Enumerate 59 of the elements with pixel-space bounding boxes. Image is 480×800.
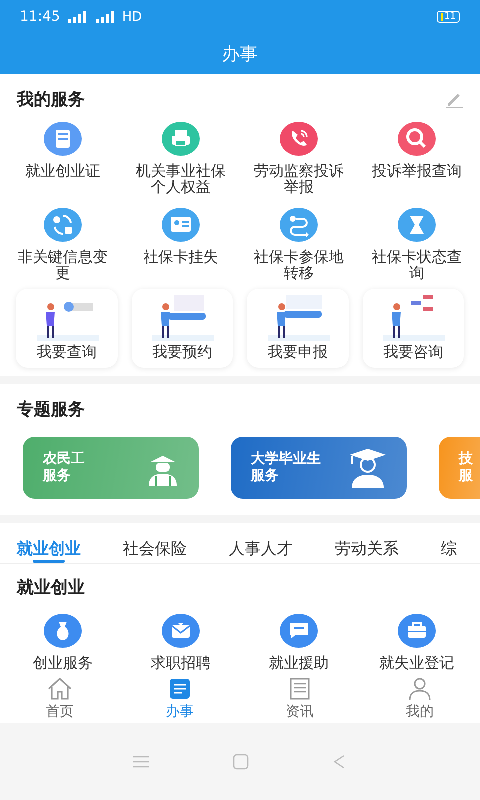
action-label: 我要申报 — [268, 343, 328, 362]
service-label[interactable]: 就业创业证 — [11, 163, 115, 179]
topic-subtitle: 服务 — [43, 468, 72, 485]
service-label[interactable]: 就业援助 — [247, 655, 351, 671]
nav-tab[interactable]: 办事 — [120, 675, 240, 723]
clock: 11:45 — [20, 9, 60, 25]
chat-icon — [279, 611, 319, 651]
id-card-icon — [161, 205, 201, 245]
action-label: 我要查询 — [36, 343, 97, 362]
action-card[interactable]: 我要预约 — [132, 289, 233, 368]
service-label[interactable]: 投诉举报查询 — [365, 163, 469, 179]
route-icon — [279, 205, 319, 245]
signal-icon — [66, 11, 88, 23]
section-title: 我的服务 — [17, 89, 86, 111]
service-label[interactable]: 求职招聘 — [129, 655, 233, 671]
topic-card[interactable]: 大学毕业生 服务 — [231, 437, 407, 499]
nav-tab[interactable]: 我的 — [360, 675, 480, 723]
topic-subtitle: 服务 — [251, 468, 280, 485]
battery-indicator: 11 — [436, 11, 460, 23]
category-tab[interactable]: 人事人才 — [229, 523, 293, 563]
home-button-icon[interactable] — [232, 754, 249, 770]
action-card[interactable]: 我要咨询 — [362, 289, 464, 368]
sync-icon — [43, 205, 83, 245]
topic-subtitle: 服 — [459, 468, 474, 485]
section-title: 就业创业 — [17, 577, 86, 599]
category-tab[interactable]: 劳动关系 — [335, 523, 399, 563]
service-label[interactable]: 就失业登记 — [365, 655, 469, 671]
service-label[interactable]: 社保卡参保地转移 — [247, 249, 351, 281]
vase-icon — [43, 611, 83, 651]
menu-icon[interactable] — [132, 754, 150, 768]
network-type: HD — [122, 10, 142, 24]
nav-tab[interactable]: 资讯 — [240, 675, 360, 723]
nav-tab[interactable]: 首页 — [0, 675, 120, 723]
topic-title: 大学毕业生 — [251, 451, 322, 468]
topic-title: 农民工 — [43, 451, 86, 468]
category-tab[interactable]: 综 — [441, 523, 457, 563]
envelope-icon — [161, 611, 201, 651]
search-icon — [397, 119, 437, 159]
action-card[interactable]: 我要申报 — [247, 289, 348, 368]
action-label: 我要咨询 — [383, 343, 444, 362]
category-tab[interactable]: 就业创业 — [17, 523, 81, 563]
service-label[interactable]: 社保卡挂失 — [129, 249, 233, 265]
printer-icon — [161, 119, 201, 159]
phone-icon — [279, 119, 319, 159]
document-icon — [43, 119, 83, 159]
briefcase-icon — [397, 611, 437, 651]
service-label[interactable]: 劳动监察投诉举报 — [247, 163, 351, 195]
action-label: 我要预约 — [152, 343, 212, 362]
service-label[interactable]: 机关事业社保个人权益 — [129, 163, 233, 195]
category-tab[interactable]: 社会保险 — [123, 523, 187, 563]
service-label[interactable]: 非关键信息变更 — [11, 249, 115, 281]
hourglass-icon — [397, 205, 437, 245]
service-label[interactable]: 创业服务 — [11, 655, 115, 671]
action-card[interactable]: 我要查询 — [16, 289, 118, 368]
service-label[interactable]: 社保卡状态查询 — [365, 249, 469, 281]
topic-title: 技 — [459, 451, 474, 468]
signal-icon — [94, 11, 116, 23]
section-title: 专题服务 — [17, 399, 86, 421]
page-title: 办事 — [222, 43, 258, 66]
